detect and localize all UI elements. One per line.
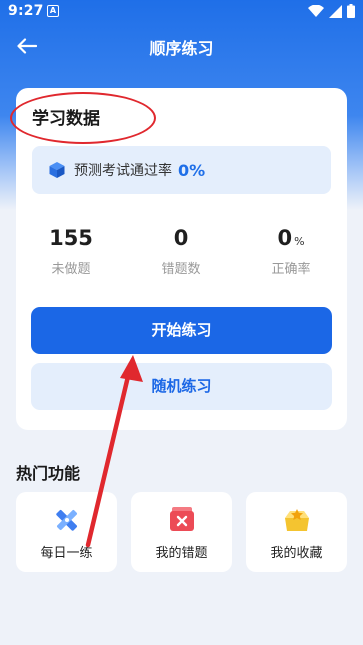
title-bar: 顺序练习 — [0, 24, 363, 68]
stat-unanswered: 155 未做题 — [16, 226, 126, 277]
daily-practice-tile[interactable]: 每日一练 — [16, 492, 117, 572]
stat-label: 错题数 — [161, 262, 201, 277]
status-bar: 9:27 A — [0, 0, 363, 24]
pass-rate-label: 预测考试通过率 — [74, 163, 172, 179]
stat-wrong-count: 0 错题数 — [126, 226, 236, 277]
study-data-card: 学习数据 预测考试通过率 0% 155 未做题 0 错题数 0% 正确率 开始练… — [10, 88, 347, 430]
page-title: 顺序练习 — [149, 39, 214, 58]
stat-label: 正确率 — [271, 262, 311, 277]
status-time: 9:27 — [8, 3, 44, 19]
battery-icon — [347, 4, 355, 18]
stat-unit: % — [294, 235, 305, 248]
feature-label: 我的收藏 — [270, 546, 323, 561]
signal-icon — [329, 4, 342, 18]
wrong-questions-icon — [169, 507, 194, 531]
stat-value: 155 — [49, 226, 93, 250]
pass-rate-box: 预测考试通过率 0% — [32, 146, 331, 194]
hot-features-title: 热门功能 — [16, 464, 81, 483]
random-practice-button[interactable]: 随机练习 — [31, 363, 332, 410]
stat-accuracy: 0% 正确率 — [236, 226, 346, 277]
ruler-pencil-icon — [55, 510, 77, 531]
stat-label: 未做题 — [51, 262, 91, 277]
my-favorites-tile[interactable]: 我的收藏 — [246, 492, 347, 572]
favorites-box-icon — [284, 509, 309, 531]
wifi-icon — [308, 4, 324, 17]
pass-rate-value: 0% — [178, 160, 206, 180]
notification-icon: A — [47, 5, 59, 17]
stat-value: 0 — [173, 226, 189, 250]
feature-label: 每日一练 — [40, 546, 93, 561]
feature-label: 我的错题 — [155, 546, 208, 561]
cube-icon — [49, 162, 65, 178]
status-icons — [308, 4, 355, 18]
my-wrong-questions-tile[interactable]: 我的错题 — [131, 492, 232, 572]
study-data-title: 学习数据 — [32, 109, 100, 129]
stats-row: 155 未做题 0 错题数 0% 正确率 — [16, 226, 347, 282]
start-practice-button[interactable]: 开始练习 — [31, 307, 332, 354]
hot-features-grid: 每日一练 我的错题 我的收藏 — [16, 492, 347, 572]
stat-value: 0% — [277, 226, 305, 250]
